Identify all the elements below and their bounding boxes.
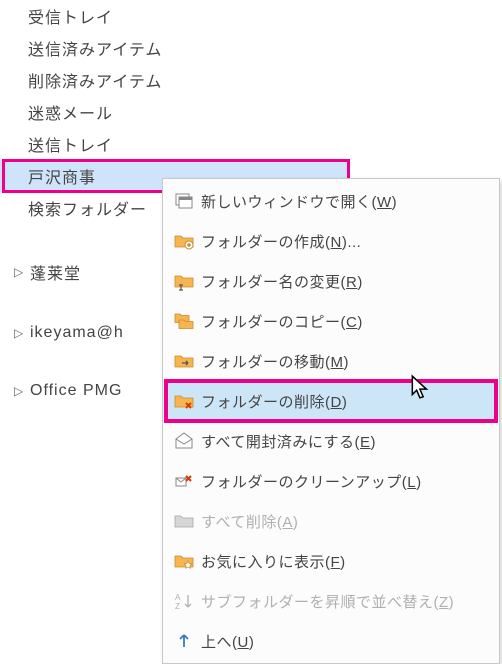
menu-label: すべて削除(A) — [201, 511, 298, 532]
menu-label: フォルダーの削除(D) — [201, 391, 347, 412]
arrow-up-icon — [167, 630, 201, 652]
folder-junk[interactable]: 迷惑メール — [0, 96, 350, 128]
menu-open-new-window[interactable]: 新しいウィンドウで開く(W) — [165, 181, 497, 221]
menu-sort-subfolders: AZ サブフォルダーを昇順で並べ替え(Z) — [165, 581, 497, 621]
folder-inbox[interactable]: 受信トレイ — [0, 0, 350, 32]
menu-delete-all: すべて削除(A) — [165, 501, 497, 541]
folder-favorite-icon — [167, 550, 201, 572]
envelope-open-icon — [167, 430, 201, 452]
menu-create-folder[interactable]: フォルダーの作成(N)... — [165, 221, 497, 261]
menu-cleanup-folder[interactable]: フォルダーのクリーンアップ(L) — [165, 461, 497, 501]
menu-move-folder[interactable]: フォルダーの移動(M) — [165, 341, 497, 381]
menu-copy-folder[interactable]: フォルダーのコピー(C) — [165, 301, 497, 341]
sort-az-icon: AZ — [167, 590, 201, 612]
menu-label: サブフォルダーを昇順で並べ替え(Z) — [201, 591, 454, 612]
folder-copy-icon — [167, 310, 201, 332]
folder-rename-icon — [167, 270, 201, 292]
menu-move-up[interactable]: 上へ(U) — [165, 621, 497, 661]
folder-delete-icon — [167, 390, 201, 412]
menu-label: すべて開封済みにする(E) — [201, 431, 376, 452]
menu-rename-folder[interactable]: フォルダー名の変更(R) — [165, 261, 497, 301]
context-menu: 新しいウィンドウで開く(W) フォルダーの作成(N)... フォルダー名の変更(… — [162, 178, 500, 664]
caret-icon: ▷ — [14, 326, 26, 340]
menu-label: フォルダーの移動(M) — [201, 351, 349, 372]
folder-outbox[interactable]: 送信トレイ — [0, 128, 350, 160]
menu-mark-all-read[interactable]: すべて開封済みにする(E) — [165, 421, 497, 461]
menu-label: フォルダー名の変更(R) — [201, 271, 363, 292]
menu-show-favorites[interactable]: お気に入りに表示(F) — [165, 541, 497, 581]
new-window-icon — [167, 190, 201, 212]
menu-label: フォルダーのクリーンアップ(L) — [201, 471, 422, 492]
menu-label: フォルダーの作成(N)... — [201, 231, 361, 252]
folder-deleted[interactable]: 削除済みアイテム — [0, 64, 350, 96]
caret-icon: ▷ — [14, 265, 26, 279]
folder-cleanup-icon — [167, 470, 201, 492]
menu-label: お気に入りに表示(F) — [201, 551, 346, 572]
tree-item-label: 蓬莱堂 — [30, 260, 81, 284]
folder-new-icon — [167, 230, 201, 252]
tree-item-label: ikeyama@h — [30, 324, 124, 342]
svg-text:Z: Z — [175, 602, 180, 611]
folder-sent[interactable]: 送信済みアイテム — [0, 32, 350, 64]
folder-move-icon — [167, 350, 201, 372]
menu-label: 新しいウィンドウで開く(W) — [201, 191, 397, 212]
menu-delete-folder[interactable]: フォルダーの削除(D) — [165, 381, 497, 421]
svg-text:A: A — [175, 593, 181, 602]
menu-label: フォルダーのコピー(C) — [201, 311, 363, 332]
tree-item-label: Office PMG — [30, 382, 122, 400]
caret-icon: ▷ — [14, 384, 26, 398]
menu-label: 上へ(U) — [201, 631, 254, 652]
folder-delete-all-icon — [167, 510, 201, 532]
